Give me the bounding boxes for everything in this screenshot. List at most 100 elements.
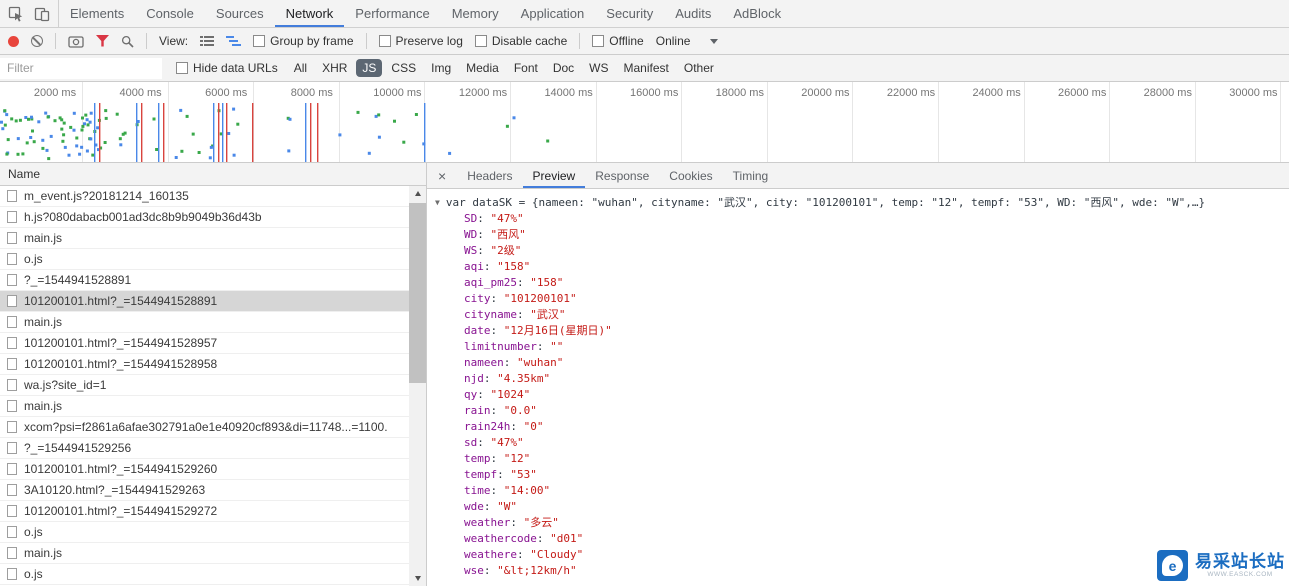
offline-checkbox[interactable]: Offline: [592, 34, 644, 48]
preview-property[interactable]: SD47%: [435, 211, 1281, 227]
record-button[interactable]: [8, 35, 19, 47]
preview-property[interactable]: date12月16日(星期日): [435, 323, 1281, 339]
group-by-frame-checkbox[interactable]: Group by frame: [253, 34, 354, 48]
detail-tab-timing[interactable]: Timing: [723, 163, 779, 188]
capture-screenshots-icon[interactable]: [68, 35, 84, 48]
preview-root-line[interactable]: ▼ var dataSK = {nameen: "wuhan", cityname…: [435, 195, 1281, 211]
list-view-icon[interactable]: [200, 35, 215, 47]
panel-tab-application[interactable]: Application: [510, 0, 596, 27]
request-row[interactable]: main.js: [0, 396, 409, 417]
filter-type-all[interactable]: All: [288, 59, 313, 77]
filter-type-js[interactable]: JS: [356, 59, 383, 77]
filter-type-font[interactable]: Font: [508, 59, 544, 77]
filter-type-xhr[interactable]: XHR: [316, 59, 353, 77]
property-value: 0.0: [504, 404, 537, 417]
preview-property[interactable]: wse&lt;12km/h: [435, 563, 1281, 579]
panel-tab-memory[interactable]: Memory: [441, 0, 510, 27]
preview-property[interactable]: rain0.0: [435, 403, 1281, 419]
preview-property[interactable]: qy1024: [435, 387, 1281, 403]
device-toolbar-icon[interactable]: [34, 6, 50, 22]
preview-property[interactable]: wdeW: [435, 499, 1281, 515]
request-row[interactable]: 101200101.html?_=1544941528891: [0, 291, 409, 312]
property-key: wse: [464, 564, 497, 577]
request-row[interactable]: main.js: [0, 543, 409, 564]
detail-tab-headers[interactable]: Headers: [457, 163, 522, 188]
request-row[interactable]: xcom?psi=f2861a6afae302791a0e1e40920cf89…: [0, 417, 409, 438]
throttling-dropdown[interactable]: Online: [656, 34, 719, 48]
request-row[interactable]: 3A10120.html?_=1544941529263: [0, 480, 409, 501]
requests-panel: Name m_event.js?20181214_160135 h.js?080d…: [0, 163, 427, 586]
search-icon[interactable]: [121, 35, 134, 48]
request-row[interactable]: h.js?080dabacb001ad3dc8b9b9049b36d43b: [0, 207, 409, 228]
close-icon[interactable]: ×: [427, 163, 457, 188]
inspect-element-icon[interactable]: [8, 6, 24, 22]
preview-property[interactable]: time14:00: [435, 483, 1281, 499]
filter-input[interactable]: [0, 57, 162, 79]
preview-property[interactable]: city101200101: [435, 291, 1281, 307]
waterfall-view-icon[interactable]: [226, 35, 242, 47]
preview-property[interactable]: aqi158: [435, 259, 1281, 275]
request-row[interactable]: 101200101.html?_=1544941528957: [0, 333, 409, 354]
disable-cache-checkbox[interactable]: Disable cache: [474, 34, 567, 48]
panel-tab-performance[interactable]: Performance: [344, 0, 440, 27]
request-name: ?_=1544941529256: [24, 441, 132, 455]
request-row[interactable]: main.js: [0, 228, 409, 249]
request-row[interactable]: main.js: [0, 312, 409, 333]
preview-property[interactable]: rain24h0: [435, 419, 1281, 435]
preview-property[interactable]: nameenwuhan: [435, 355, 1281, 371]
filter-type-img[interactable]: Img: [425, 59, 457, 77]
panel-tab-security[interactable]: Security: [595, 0, 664, 27]
preview-property[interactable]: weathereCloudy: [435, 547, 1281, 563]
preview-property[interactable]: temp12: [435, 451, 1281, 467]
preview-property[interactable]: aqi_pm25158: [435, 275, 1281, 291]
name-column-header[interactable]: Name: [0, 163, 426, 186]
panel-tab-sources[interactable]: Sources: [205, 0, 275, 27]
scrollbar-thumb[interactable]: [409, 203, 426, 383]
request-row[interactable]: 101200101.html?_=1544941529260: [0, 459, 409, 480]
filter-type-ws[interactable]: WS: [583, 59, 614, 77]
filter-type-doc[interactable]: Doc: [547, 59, 580, 77]
request-row[interactable]: o.js: [0, 564, 409, 585]
request-row[interactable]: o.js: [0, 249, 409, 270]
preserve-log-checkbox[interactable]: Preserve log: [378, 34, 463, 48]
hide-data-urls-checkbox[interactable]: Hide data URLs: [176, 61, 278, 75]
filter-type-css[interactable]: CSS: [385, 59, 422, 77]
panel-tab-elements[interactable]: Elements: [59, 0, 135, 27]
preview-property[interactable]: weathercoded01: [435, 531, 1281, 547]
preview-property[interactable]: tempf53: [435, 467, 1281, 483]
request-row[interactable]: wa.js?site_id=1: [0, 375, 409, 396]
request-row[interactable]: 101200101.html?_=1544941528958: [0, 354, 409, 375]
scroll-down-button[interactable]: [409, 571, 426, 586]
request-row[interactable]: ?_=1544941529256: [0, 438, 409, 459]
property-value: 14:00: [504, 484, 550, 497]
filter-icon[interactable]: [96, 35, 109, 47]
detail-tab-cookies[interactable]: Cookies: [659, 163, 722, 188]
preview-property[interactable]: weather多云: [435, 515, 1281, 531]
request-row[interactable]: 101200101.html?_=1544941529272: [0, 501, 409, 522]
request-row[interactable]: m_event.js?20181214_160135: [0, 186, 409, 207]
detail-tab-response[interactable]: Response: [585, 163, 659, 188]
request-list-scrollbar[interactable]: [409, 186, 426, 586]
expand-triangle-icon[interactable]: ▼: [435, 195, 440, 211]
preview-property[interactable]: WS2级: [435, 243, 1281, 259]
request-row[interactable]: ?_=1544941528891: [0, 270, 409, 291]
overview-strip[interactable]: 2000 ms 4000 ms 6000 ms 8000 ms 10000 ms 1200…: [0, 82, 1289, 163]
request-name: o.js: [24, 525, 43, 539]
detail-tab-preview[interactable]: Preview: [523, 163, 586, 188]
panel-tab-audits[interactable]: Audits: [664, 0, 722, 27]
filter-type-media[interactable]: Media: [460, 59, 505, 77]
request-row[interactable]: o.js: [0, 522, 409, 543]
filter-type-other[interactable]: Other: [678, 59, 720, 77]
filter-type-manifest[interactable]: Manifest: [618, 59, 675, 77]
panel-tab-adblock[interactable]: AdBlock: [722, 0, 792, 27]
preview-property[interactable]: sd47%: [435, 435, 1281, 451]
preview-property[interactable]: WD西风: [435, 227, 1281, 243]
scroll-up-button[interactable]: [409, 186, 426, 201]
panel-tab-network[interactable]: Network: [275, 0, 345, 27]
preview-property[interactable]: cityname武汉: [435, 307, 1281, 323]
panel-tab-console[interactable]: Console: [135, 0, 205, 27]
preview-property[interactable]: njd4.35km: [435, 371, 1281, 387]
preview-property[interactable]: limitnumber: [435, 339, 1281, 355]
clear-icon[interactable]: [31, 35, 43, 47]
waterfall-overview-chart[interactable]: [0, 103, 1289, 162]
